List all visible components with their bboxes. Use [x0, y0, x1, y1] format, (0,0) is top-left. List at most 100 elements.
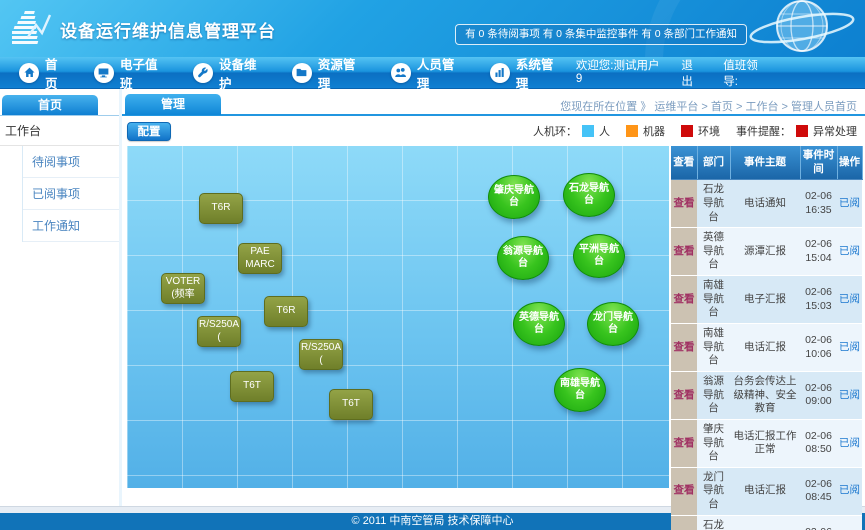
- chart-icon: [490, 63, 510, 83]
- device-node[interactable]: VOTER (频率: [161, 273, 205, 304]
- dept-cell: 龙门导航台: [697, 467, 730, 515]
- sidebar-section-workbench[interactable]: 工作台: [0, 116, 119, 146]
- op-link[interactable]: 已阅: [837, 371, 862, 419]
- station-node-longmen[interactable]: 龙门导航台: [587, 302, 639, 346]
- view-link[interactable]: 查看: [671, 276, 697, 324]
- op-link[interactable]: 已阅: [837, 419, 862, 467]
- nav-item-duty[interactable]: 电子值班: [81, 57, 180, 88]
- station-node-nanxiong[interactable]: 南雄导航台: [554, 368, 606, 412]
- col-header-op: 操作: [837, 146, 862, 180]
- op-link[interactable]: 已阅: [837, 515, 862, 530]
- legend-person-label: 人: [599, 123, 610, 139]
- dept-cell: 石龙导航台: [697, 515, 730, 530]
- sidebar-item-list: 待阅事项 已阅事项 工作通知: [22, 146, 119, 242]
- subject-cell: 电话通知: [730, 180, 800, 228]
- device-node[interactable]: PAE MARC: [238, 243, 282, 274]
- legend: 人机环： 人 机器 环境 事件提醒： 异常处理: [533, 123, 857, 139]
- sidebar-item-notice[interactable]: 工作通知: [23, 210, 119, 242]
- dept-cell: 石龙导航台: [697, 180, 730, 228]
- view-link[interactable]: 查看: [671, 324, 697, 372]
- sidebar-item-read[interactable]: 已阅事项: [23, 178, 119, 210]
- device-node[interactable]: T6T: [329, 389, 373, 420]
- op-link[interactable]: 已阅: [837, 467, 862, 515]
- station-map: T6R PAE MARC VOTER (频率 T6R R/S250A ( R/S…: [127, 146, 669, 488]
- welcome-text: 欢迎您:测试用户9: [576, 57, 662, 89]
- device-node[interactable]: R/S250A (: [197, 316, 241, 347]
- event-table: 查看 部门 事件主题 事件时间 操作 查看 石龙导航台 电话通知 02-06 1: [671, 146, 863, 530]
- nav-item-home[interactable]: 首页: [6, 57, 81, 88]
- folder-icon: [292, 63, 312, 83]
- page-body: 首页 工作台 待阅事项 已阅事项 工作通知 管理 您现在所在位置 》 运维平台 …: [0, 89, 865, 506]
- time-cell: 02-06 15:04: [800, 228, 837, 276]
- time-cell: 02-06 10:06: [800, 324, 837, 372]
- app-logo-icon: [12, 7, 56, 54]
- legend-exception-swatch: [796, 125, 808, 137]
- subject-cell: 电话汇报: [730, 467, 800, 515]
- subject-cell: 电话汇报工作正常: [730, 419, 800, 467]
- main-navbar: 首页 电子值班 设备维护 资源管理 人员管理 系统管理 欢迎您:测试用户9 退出…: [0, 57, 865, 89]
- dept-cell: 翁源导航台: [697, 371, 730, 419]
- op-link[interactable]: 已阅: [837, 276, 862, 324]
- nav-item-personnel[interactable]: 人员管理: [378, 57, 477, 88]
- tab-management[interactable]: 管理: [125, 94, 221, 115]
- nav-item-resources[interactable]: 资源管理: [279, 57, 378, 88]
- op-link[interactable]: 已阅: [837, 228, 862, 276]
- config-button[interactable]: 配置: [127, 122, 171, 141]
- view-link[interactable]: 查看: [671, 371, 697, 419]
- col-header-subject: 事件主题: [730, 146, 800, 180]
- col-header-dept: 部门: [697, 146, 730, 180]
- station-node-shilong[interactable]: 石龙导航台: [563, 173, 615, 217]
- time-cell: 02-06 15:03: [800, 276, 837, 324]
- device-node[interactable]: R/S250A (: [299, 339, 343, 370]
- dept-cell: 南雄导航台: [697, 324, 730, 372]
- table-row: 查看 石龙导航台 电话通知 02-06 16:35 已阅: [671, 180, 862, 228]
- nav-item-label: 人员管理: [417, 54, 464, 92]
- sidebar-panel: 工作台 待阅事项 已阅事项 工作通知: [0, 115, 119, 242]
- station-node-yingde[interactable]: 英德导航台: [513, 302, 565, 346]
- page-title: 设备运行维护信息管理平台: [60, 17, 276, 42]
- op-link[interactable]: 已阅: [837, 180, 862, 228]
- col-header-view: 查看: [671, 146, 697, 180]
- legend-environment-swatch: [681, 125, 693, 137]
- home-icon: [19, 63, 39, 83]
- view-link[interactable]: 查看: [671, 515, 697, 530]
- table-row: 查看 龙门导航台 电话汇报 02-06 08:45 已阅: [671, 467, 862, 515]
- nav-item-maintenance[interactable]: 设备维护: [180, 57, 279, 88]
- station-node-zhaoqing[interactable]: 肇庆导航台: [488, 175, 540, 219]
- wrench-icon: [193, 63, 213, 83]
- event-panel: 查看 部门 事件主题 事件时间 操作 查看 石龙导航台 电话通知 02-06 1: [671, 146, 862, 530]
- station-node-wengyuan[interactable]: 翁源导航台: [497, 236, 549, 280]
- station-node-pingzhou[interactable]: 平洲导航台: [573, 234, 625, 278]
- toolbar: 配置 人机环： 人 机器 环境 事件提醒： 异常处理: [122, 116, 865, 146]
- view-link[interactable]: 查看: [671, 467, 697, 515]
- app-header: 设备运行维护信息管理平台 有 0 条待阅事项 有 0 条集中监控事件 有 0 条…: [0, 0, 865, 57]
- table-row: 查看 南雄导航台 电话汇报 02-06 10:06 已阅: [671, 324, 862, 372]
- dept-cell: 英德导航台: [697, 228, 730, 276]
- table-row: 查看 南雄导航台 电子汇报 02-06 15:03 已阅: [671, 276, 862, 324]
- sidebar-item-unread[interactable]: 待阅事项: [23, 146, 119, 178]
- device-node[interactable]: T6T: [230, 371, 274, 402]
- globe-icon: [730, 0, 865, 57]
- view-link[interactable]: 查看: [671, 180, 697, 228]
- nav-item-system[interactable]: 系统管理: [477, 57, 576, 88]
- notification-summary[interactable]: 有 0 条待阅事项 有 0 条集中监控事件 有 0 条部门工作通知: [455, 24, 747, 45]
- legend-machine-label: 机器: [643, 123, 665, 139]
- view-link[interactable]: 查看: [671, 419, 697, 467]
- nav-item-label: 资源管理: [318, 54, 365, 92]
- content-tab-bar: 管理 您现在所在位置 》 运维平台 > 首页 > 工作台 > 管理人员首页: [122, 89, 865, 116]
- legend-environment-label: 环境: [698, 123, 720, 139]
- device-node[interactable]: T6R: [264, 296, 308, 327]
- sidebar: 首页 工作台 待阅事项 已阅事项 工作通知: [0, 89, 122, 506]
- col-header-time: 事件时间: [800, 146, 837, 180]
- view-link[interactable]: 查看: [671, 228, 697, 276]
- sidebar-tab-home[interactable]: 首页: [2, 95, 98, 115]
- navbar-user-area: 欢迎您:测试用户9 退出 值班领导:: [576, 57, 865, 89]
- op-link[interactable]: 已阅: [837, 324, 862, 372]
- legend-machine-swatch: [626, 125, 638, 137]
- subject-cell: 电话汇报: [730, 324, 800, 372]
- breadcrumb[interactable]: 您现在所在位置 》 运维平台 > 首页 > 工作台 > 管理人员首页: [560, 98, 857, 114]
- logout-link[interactable]: 退出: [681, 57, 703, 89]
- table-row: 查看 英德导航台 源潭汇报 02-06 15:04 已阅: [671, 228, 862, 276]
- device-node[interactable]: T6R: [199, 193, 243, 224]
- time-cell: 02-06 08:45: [800, 467, 837, 515]
